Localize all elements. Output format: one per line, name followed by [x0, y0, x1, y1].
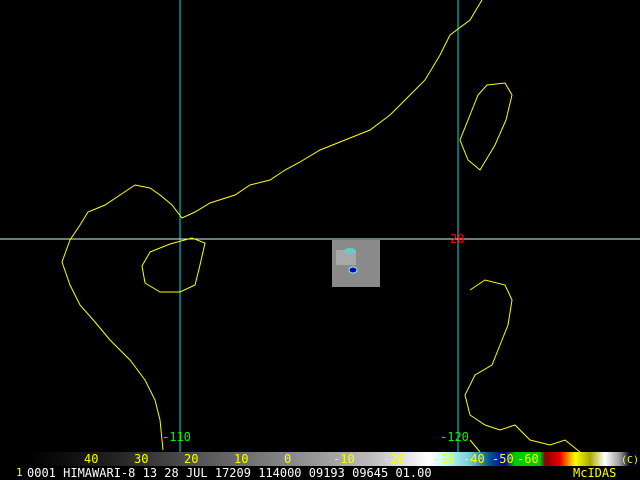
image-info: 0001 HIMAWARI-8 13 28 JUL 17209 114000 0…: [27, 466, 432, 480]
map-overlay: [0, 0, 640, 453]
taiwan-coastline: [459, 82, 513, 171]
china-coastline: [61, 0, 483, 451]
scale-tick: 10: [234, 452, 249, 466]
scale-tick: 0: [284, 452, 292, 466]
copyright-mark: (C): [621, 455, 640, 466]
scale-tick: 40: [84, 452, 99, 466]
vietnam-coastline: [469, 439, 481, 453]
scale-tick: -50: [492, 452, 514, 466]
scale-tick: 30: [134, 452, 149, 466]
lat-label-20: 20: [450, 232, 465, 246]
scale-tick: -40: [463, 452, 485, 466]
scale-tick: -30: [433, 452, 455, 466]
satellite-map: -110 -120 20 40 30 20 10 0 -10 -20 -30 -…: [0, 0, 640, 480]
scale-tick: -20: [383, 452, 405, 466]
cold-cloud-top: [344, 248, 356, 254]
lon-label-120: -120: [440, 430, 469, 444]
status-line: 1 0001 HIMAWARI-8 13 28 JUL 17209 114000…: [0, 466, 640, 480]
luzon-coastline: [464, 279, 581, 453]
cold-cloud-top-core: [348, 266, 358, 274]
lon-label-110: -110: [162, 430, 191, 444]
scale-tick: -60: [517, 452, 539, 466]
frame-number: 1: [16, 466, 23, 479]
scale-tick: -10: [333, 452, 355, 466]
scale-tick: 20: [184, 452, 199, 466]
hainan-coastline: [141, 237, 206, 293]
mcidas-brand: McIDAS: [573, 466, 617, 480]
